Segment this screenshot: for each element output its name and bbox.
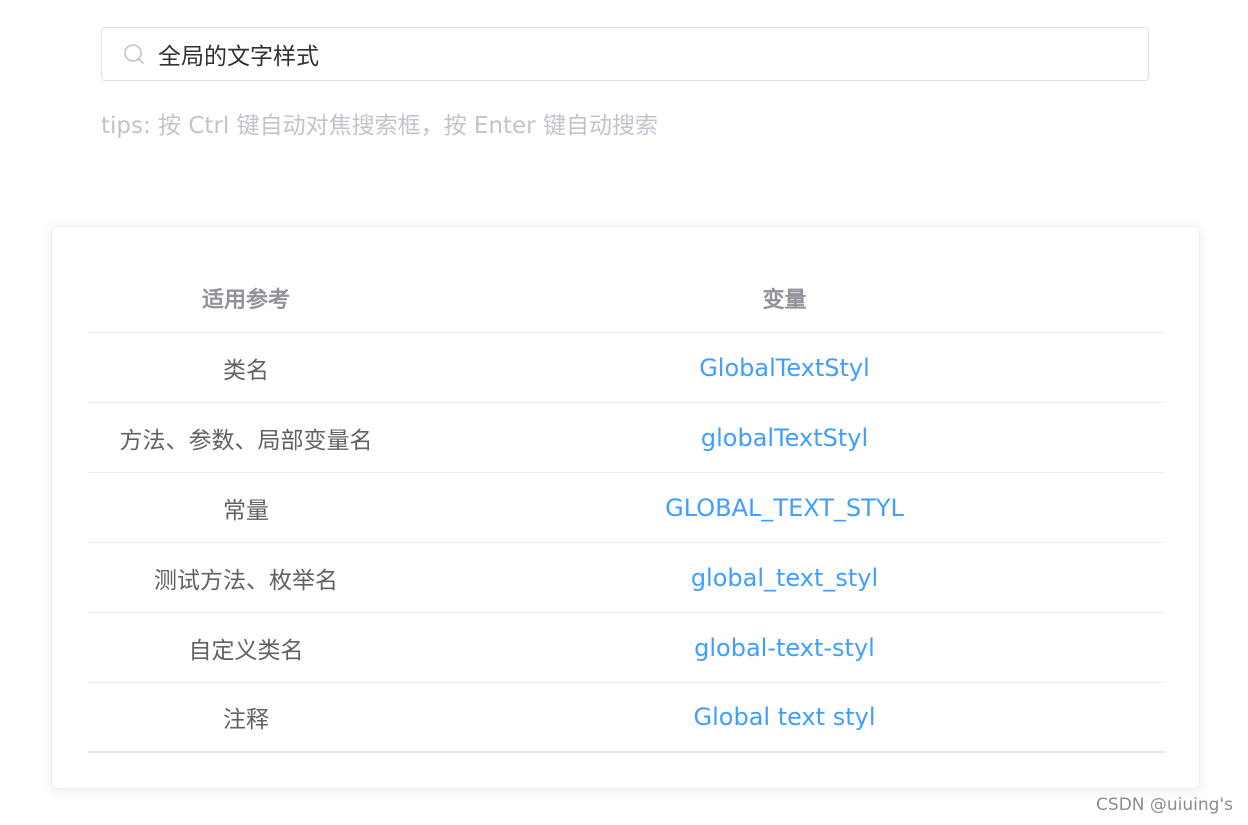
reference-cell: 方法、参数、局部变量名 [119, 427, 373, 454]
results-table: 适用参考 变量 类名 GlobalTextStyl 方法、参数、局部变量名 gl… [88, 263, 1165, 753]
table-row: 常量 GLOBAL_TEXT_STYL [88, 473, 1165, 543]
table-row: 测试方法、枚举名 global_text_styl [88, 543, 1165, 613]
reference-cell: 自定义类名 [188, 637, 304, 664]
variable-link[interactable]: GlobalTextStyl [699, 354, 870, 382]
table-row: 类名 GlobalTextStyl [88, 333, 1165, 403]
variable-link[interactable]: GLOBAL_TEXT_STYL [665, 494, 904, 522]
search-box[interactable] [101, 27, 1149, 81]
header-reference: 适用参考 [201, 287, 290, 313]
table-row: 方法、参数、局部变量名 globalTextStyl [88, 403, 1165, 473]
reference-cell: 常量 [223, 497, 269, 524]
variable-link[interactable]: global-text-styl [694, 634, 875, 662]
table-row: 注释 Global text styl [88, 683, 1165, 753]
table-row: 自定义类名 global-text-styl [88, 613, 1165, 683]
variable-link[interactable]: global_text_styl [691, 564, 878, 592]
header-variable: 变量 [762, 287, 807, 313]
variable-link[interactable]: globalTextStyl [701, 424, 868, 452]
reference-cell: 注释 [223, 707, 269, 733]
page: tips: 按 Ctrl 键自动对焦搜索框，按 Enter 键自动搜索 适用参考… [0, 0, 1248, 825]
table-header-row: 适用参考 变量 [88, 263, 1165, 333]
tips-text: tips: 按 Ctrl 键自动对焦搜索框，按 Enter 键自动搜索 [101, 113, 658, 139]
reference-cell: 测试方法、枚举名 [154, 567, 338, 594]
search-icon [122, 42, 146, 66]
watermark: CSDN @uiuing's [1096, 795, 1233, 815]
variable-link[interactable]: Global text styl [694, 703, 876, 731]
results-card: 适用参考 变量 类名 GlobalTextStyl 方法、参数、局部变量名 gl… [51, 226, 1200, 789]
reference-cell: 类名 [223, 357, 269, 384]
search-input[interactable] [158, 34, 1148, 74]
